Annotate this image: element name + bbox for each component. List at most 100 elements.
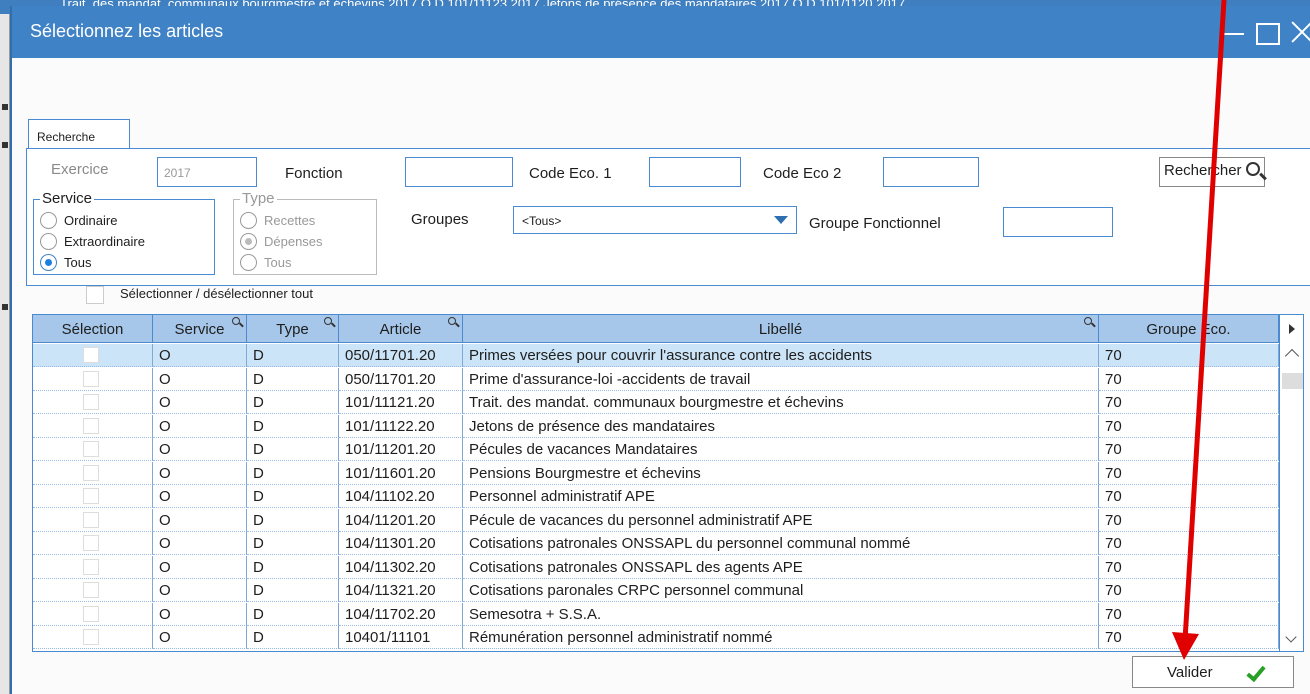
header-label: Sélection — [61, 321, 124, 338]
radio-label: Tous — [264, 255, 292, 270]
search-button[interactable]: Rechercher — [1159, 157, 1265, 187]
row-checkbox[interactable] — [83, 464, 99, 481]
row-checkbox[interactable] — [83, 605, 99, 622]
cell-groupe-eco: 70 — [1099, 344, 1279, 367]
header-label: Libellé — [758, 321, 803, 338]
cell-libelle: Cotisations paronales CRPC personnel com… — [463, 579, 1099, 602]
scroll-right-icon[interactable] — [1279, 315, 1303, 343]
table-row[interactable]: O D 101/11601.20 Pensions Bourgmestre et éc… — [33, 461, 1279, 485]
code-eco2-field[interactable] — [883, 157, 979, 187]
table-row[interactable]: O D 104/11702.20 Semesotra + S.S.A. 70 — [33, 602, 1279, 626]
cell-selection — [33, 461, 153, 485]
radio-selected-icon — [240, 233, 257, 250]
header-service[interactable]: Service — [153, 315, 247, 343]
groupe-fonctionnel-field[interactable] — [1003, 207, 1113, 237]
row-checkbox[interactable] — [83, 558, 99, 575]
cell-article: 104/11201.20 — [339, 508, 463, 532]
row-checkbox[interactable] — [83, 370, 99, 387]
filter-icon[interactable] — [1084, 317, 1092, 325]
cell-selection — [33, 602, 153, 626]
table-row[interactable]: O D 101/11201.20 Pécules de vacances Mandat… — [33, 438, 1279, 461]
header-selection[interactable]: Sélection — [33, 315, 153, 343]
radio-label: Extraordinaire — [64, 234, 145, 249]
cell-selection — [33, 391, 153, 414]
table-row[interactable]: O D 104/11201.20 Pécule de vacances du pers… — [33, 508, 1279, 532]
table-row[interactable]: O D 104/11301.20 Cotisations patronales ONS… — [33, 532, 1279, 555]
cell-selection — [33, 344, 153, 367]
cell-service: O — [153, 485, 247, 508]
validate-button[interactable]: Valider — [1132, 656, 1294, 688]
cell-article: 104/11302.20 — [339, 555, 463, 579]
cell-selection — [33, 555, 153, 579]
code-eco1-field[interactable] — [649, 157, 741, 187]
table-row[interactable]: O D 10401/11101 Rémunération personnel admi… — [33, 626, 1279, 649]
maximize-icon[interactable] — [1252, 16, 1284, 48]
cell-type: D — [247, 508, 339, 532]
row-checkbox[interactable] — [83, 535, 99, 551]
cell-service: O — [153, 532, 247, 555]
table-row[interactable]: O D 050/11701.20 Primes versées pour couvri… — [33, 344, 1279, 367]
row-checkbox[interactable] — [83, 511, 99, 528]
cell-groupe-eco: 70 — [1099, 367, 1279, 391]
row-checkbox[interactable] — [83, 488, 99, 504]
filter-icon[interactable] — [448, 317, 456, 325]
cell-type: D — [247, 555, 339, 579]
scroll-up-icon[interactable] — [1284, 348, 1300, 364]
radio-label: Recettes — [264, 213, 316, 228]
row-checkbox[interactable] — [83, 629, 99, 645]
cell-type: D — [247, 461, 339, 485]
cell-service: O — [153, 555, 247, 579]
vertical-scrollbar[interactable] — [1279, 343, 1303, 651]
cell-libelle: Rémunération personnel administratif nom… — [463, 626, 1099, 649]
tab-recherche[interactable]: Recherche — [28, 119, 130, 149]
cell-libelle: Primes versées pour couvrir l'assurance … — [463, 344, 1099, 367]
row-checkbox[interactable] — [83, 394, 99, 410]
cell-article: 050/11701.20 — [339, 367, 463, 391]
cell-groupe-eco: 70 — [1099, 414, 1279, 438]
cell-type: D — [247, 344, 339, 367]
search-panel: Exercice 2017 Fonction Code Eco. 1 Code … — [26, 148, 1310, 286]
fonction-field[interactable] — [405, 157, 513, 187]
groupes-select[interactable]: <Tous> — [513, 206, 797, 234]
row-checkbox[interactable] — [83, 582, 99, 598]
table-row[interactable]: O D 104/11302.20 Cotisations patronales ONS… — [33, 555, 1279, 579]
radio-selected-icon — [40, 254, 57, 271]
scroll-thumb[interactable] — [1282, 373, 1303, 389]
cell-libelle: Trait. des mandat. communaux bourgmestre… — [463, 391, 1099, 414]
table-row[interactable]: O D 104/11321.20 Cotisations paronales CRPC… — [33, 579, 1279, 602]
groupes-label: Groupes — [411, 211, 469, 228]
cell-service: O — [153, 626, 247, 649]
type-legend: Type — [240, 190, 277, 207]
filter-icon[interactable] — [232, 317, 240, 325]
header-article[interactable]: Article — [339, 315, 463, 343]
table-row[interactable]: O D 050/11701.20 Prime d'assurance-loi -acc… — [33, 367, 1279, 391]
cell-selection — [33, 414, 153, 438]
filter-icon[interactable] — [324, 317, 332, 325]
cell-groupe-eco: 70 — [1099, 461, 1279, 485]
validate-button-label: Valider — [1167, 664, 1213, 681]
row-checkbox[interactable] — [83, 417, 99, 434]
cell-libelle: Cotisations patronales ONSSAPL du person… — [463, 532, 1099, 555]
header-libelle[interactable]: Libellé — [463, 315, 1099, 343]
minimize-icon[interactable] — [1218, 16, 1250, 48]
table-row[interactable]: O D 101/11121.20 Trait. des mandat. communa… — [33, 391, 1279, 414]
exercice-field[interactable]: 2017 — [157, 157, 257, 187]
exercice-label: Exercice — [51, 161, 109, 178]
cell-article: 101/11601.20 — [339, 461, 463, 485]
cell-type: D — [247, 485, 339, 508]
table-row[interactable]: O D 101/11122.20 Jetons de présence des man… — [33, 414, 1279, 438]
cell-groupe-eco: 70 — [1099, 391, 1279, 414]
scroll-down-icon[interactable] — [1285, 631, 1297, 643]
cell-article: 101/11122.20 — [339, 414, 463, 438]
header-type[interactable]: Type — [247, 315, 339, 343]
header-groupe-eco[interactable]: Groupe Eco. — [1099, 315, 1279, 343]
row-checkbox[interactable] — [83, 441, 99, 457]
background-window-edge — [0, 14, 10, 694]
radio-icon — [240, 212, 257, 229]
close-icon[interactable] — [1286, 16, 1310, 48]
checkbox-icon — [86, 286, 104, 304]
table-row[interactable]: O D 104/11102.20 Personnel administratif AP… — [33, 485, 1279, 508]
row-checkbox[interactable] — [83, 347, 99, 363]
radio-label: Dépenses — [264, 234, 323, 249]
checkmark-icon — [1246, 661, 1266, 683]
